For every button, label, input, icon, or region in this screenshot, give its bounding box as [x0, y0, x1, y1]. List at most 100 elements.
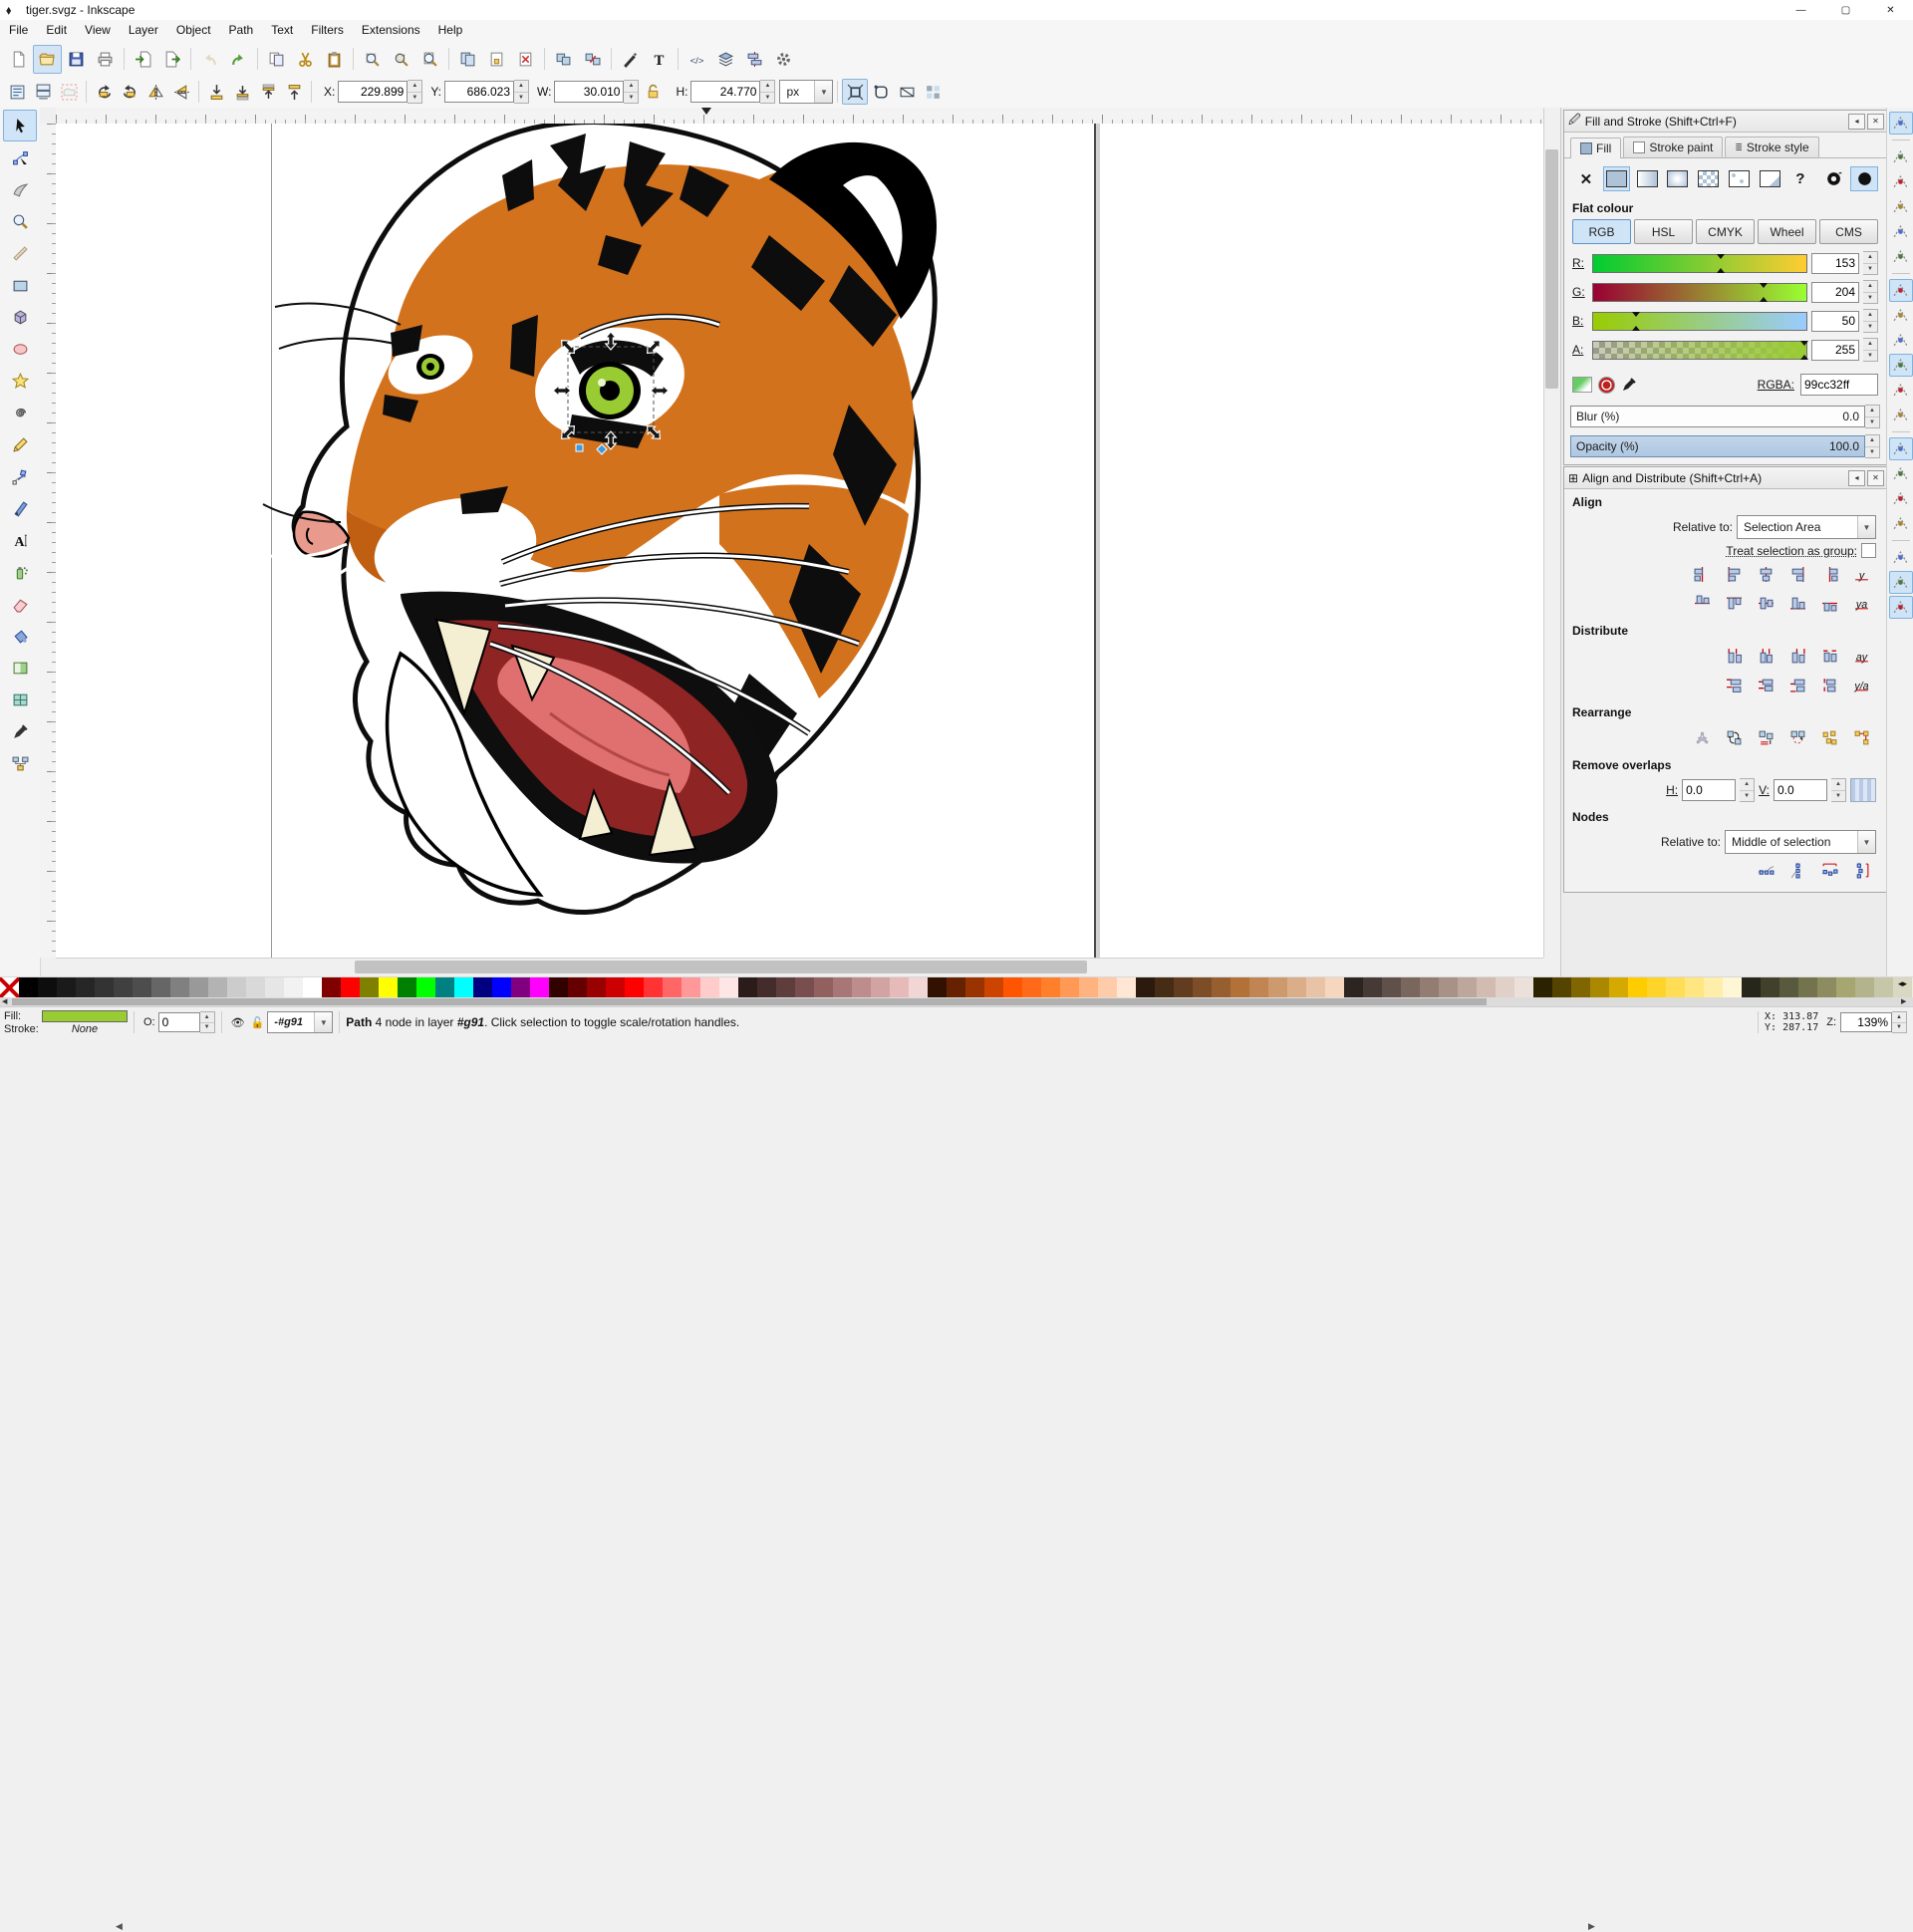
maximize-button[interactable]: ▢	[1823, 0, 1868, 20]
selector-tool[interactable]	[3, 110, 37, 141]
snap-text-baseline[interactable]	[1889, 512, 1913, 535]
slider-spinner[interactable]: ▲▼	[1863, 309, 1878, 333]
palette-swatch[interactable]	[1230, 977, 1249, 998]
palette-swatch[interactable]	[1742, 977, 1761, 998]
spray-tool[interactable]	[3, 556, 37, 588]
snap-path-intersections[interactable]	[1889, 329, 1913, 352]
v-gap-spinner[interactable]: ▲▼	[1831, 778, 1846, 802]
opacity-status-input[interactable]	[158, 1012, 200, 1032]
palette-swatch[interactable]	[757, 977, 776, 998]
paint-linear-gradient[interactable]	[1633, 166, 1661, 191]
palette-swatch[interactable]	[928, 977, 947, 998]
star-tool[interactable]	[3, 365, 37, 397]
create-clone[interactable]	[482, 45, 511, 74]
palette-swatch[interactable]	[1533, 977, 1552, 998]
distribute-centers-horizontal[interactable]	[1751, 643, 1780, 670]
palette-swatch[interactable]	[1287, 977, 1306, 998]
palette-swatch[interactable]	[1136, 977, 1155, 998]
scroll-left-arrow[interactable]: ◀	[116, 1921, 123, 1932]
text-dialog[interactable]: T	[645, 45, 674, 74]
group[interactable]	[549, 45, 578, 74]
snap-global[interactable]	[1889, 112, 1913, 135]
panel-collapse-button[interactable]: ◂	[1848, 470, 1865, 486]
palette-swatch[interactable]	[246, 977, 265, 998]
palette-swatch[interactable]	[303, 977, 322, 998]
snap-grid[interactable]	[1889, 571, 1913, 594]
palette-swatch[interactable]	[814, 977, 833, 998]
horizontal-ruler[interactable]	[56, 108, 1543, 125]
distribute-top-edges[interactable]	[1719, 672, 1749, 698]
layers-dialog[interactable]	[711, 45, 740, 74]
palette-scroll-right-icon[interactable]: ▶	[1901, 997, 1906, 1006]
mode-cmyk[interactable]: CMYK	[1696, 219, 1755, 244]
nodes-relative-to-select[interactable]: Middle of selection▼	[1725, 830, 1876, 854]
palette-swatch[interactable]	[1174, 977, 1193, 998]
h-field-spinner[interactable]: ▲▼	[760, 80, 775, 104]
colour-picker-dropper-icon[interactable]	[1621, 377, 1637, 393]
node-distribute-vertical[interactable]	[1846, 857, 1876, 884]
dropper-tool[interactable]	[3, 715, 37, 747]
palette-swatch[interactable]	[1079, 977, 1098, 998]
palette-swatch[interactable]	[1779, 977, 1798, 998]
panel-close-icon[interactable]: ✕	[1867, 114, 1884, 130]
copy[interactable]	[262, 45, 291, 74]
calligraphy-tool[interactable]	[3, 492, 37, 524]
vertical-ruler[interactable]	[40, 124, 57, 958]
colour-slider-track[interactable]	[1592, 254, 1807, 273]
palette-swatch[interactable]	[1798, 977, 1817, 998]
palette-swatch[interactable]	[1874, 977, 1893, 998]
paint-radial-gradient[interactable]	[1664, 166, 1692, 191]
palette-swatch[interactable]	[1628, 977, 1647, 998]
palette-swatch[interactable]	[341, 977, 360, 998]
snap-bbox-corners[interactable]	[1889, 195, 1913, 218]
palette-swatch[interactable]	[151, 977, 170, 998]
palette-swatch[interactable]	[587, 977, 606, 998]
palette-swatch[interactable]	[1552, 977, 1571, 998]
palette-swatch[interactable]	[114, 977, 133, 998]
snap-nodes[interactable]	[1889, 279, 1913, 302]
rearrange-randomize[interactable]	[1814, 724, 1844, 751]
palette-overflow-arrow[interactable]: ◂▸	[1898, 978, 1907, 989]
paint-pattern[interactable]	[1695, 166, 1723, 191]
palette-swatch[interactable]	[284, 977, 303, 998]
deselect[interactable]	[56, 79, 82, 105]
palette-swatch[interactable]	[511, 977, 530, 998]
import[interactable]	[129, 45, 157, 74]
palette-swatch[interactable]	[1571, 977, 1590, 998]
palette-swatch[interactable]	[1325, 977, 1344, 998]
palette-swatch[interactable]	[1041, 977, 1060, 998]
palette-swatch[interactable]	[360, 977, 379, 998]
palette-swatch[interactable]	[1117, 977, 1136, 998]
raise-to-top[interactable]	[281, 79, 307, 105]
gradient-swatch-icon[interactable]	[1572, 377, 1592, 393]
hscroll-thumb[interactable]	[355, 961, 1087, 973]
palette-swatch[interactable]	[1477, 977, 1496, 998]
pencil-tool[interactable]	[3, 428, 37, 460]
palette-swatch[interactable]	[663, 977, 682, 998]
rotate-ccw[interactable]	[91, 79, 117, 105]
cut[interactable]	[291, 45, 320, 74]
scale-stroke-toggle[interactable]	[842, 79, 868, 105]
panel-collapse-button[interactable]: ◂	[1848, 114, 1865, 130]
palette-swatch[interactable]	[1155, 977, 1174, 998]
lower-to-bottom[interactable]	[203, 79, 229, 105]
palette-swatch[interactable]	[1514, 977, 1533, 998]
x-field[interactable]	[338, 81, 408, 103]
snap-midpoints[interactable]	[1889, 404, 1913, 426]
fill-color-swatch[interactable]	[42, 1010, 128, 1022]
slider-value-input[interactable]	[1811, 282, 1859, 303]
paint-help[interactable]: ?	[1786, 166, 1814, 191]
mode-cms[interactable]: CMS	[1819, 219, 1878, 244]
palette-swatch[interactable]	[1306, 977, 1325, 998]
zoom-to-selection[interactable]	[358, 45, 387, 74]
xml-editor[interactable]: </>	[683, 45, 711, 74]
palette-swatch[interactable]	[398, 977, 416, 998]
y-field[interactable]	[444, 81, 514, 103]
palette-swatch[interactable]	[416, 977, 435, 998]
align-center-horizontal[interactable]	[1751, 590, 1780, 617]
slider-value-input[interactable]	[1811, 311, 1859, 332]
menu-object[interactable]: Object	[167, 20, 220, 42]
rotate-cw[interactable]	[117, 79, 142, 105]
palette-swatch[interactable]	[133, 977, 151, 998]
snap-rotation-centers[interactable]	[1889, 487, 1913, 510]
